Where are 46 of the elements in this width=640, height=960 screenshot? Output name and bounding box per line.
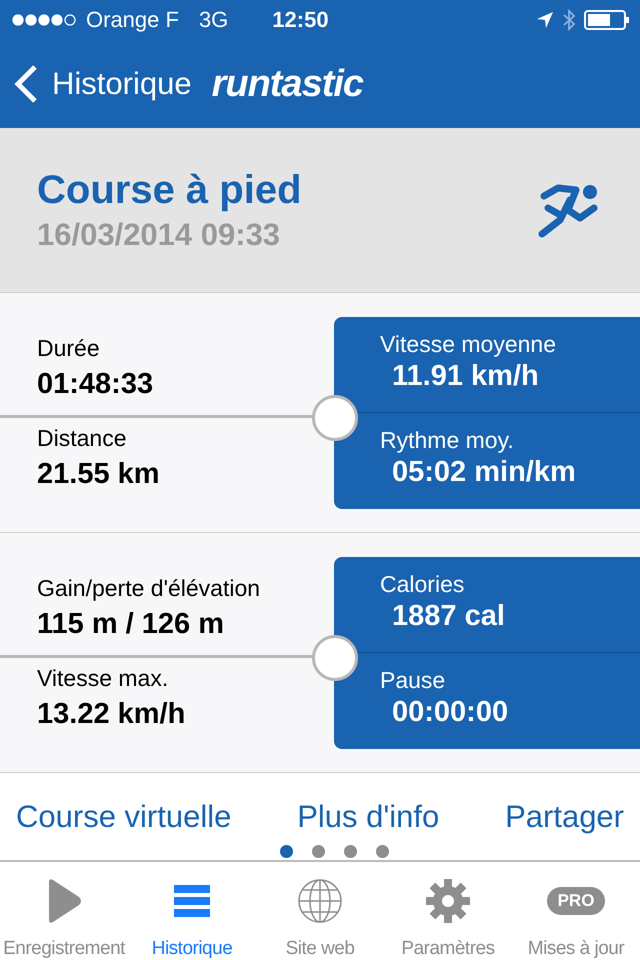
- stat-label: Gain/perte d'élévation: [37, 574, 262, 602]
- stat-label: Vitesse max.: [37, 664, 170, 692]
- tab-item[interactable]: Enregistrement: [0, 862, 128, 960]
- activity-title: Course à pied: [37, 168, 303, 213]
- stat-value: 01:48:33: [37, 368, 154, 401]
- stat-value: 115 m / 126 m: [37, 608, 226, 641]
- stat-label: Vitesse moyenne: [380, 330, 558, 358]
- bluetooth-icon: [562, 9, 576, 31]
- activity-date: 16/03/2014 09:33: [37, 216, 282, 253]
- page-dot[interactable]: [344, 845, 356, 858]
- signal-icon: [12, 14, 76, 26]
- location-arrow-icon: [536, 11, 554, 29]
- menu-icon: [174, 883, 210, 919]
- settings-icon: [425, 878, 471, 924]
- clock-time: 12:50: [272, 7, 329, 33]
- page-dot[interactable]: [312, 845, 324, 858]
- circle-marker: [312, 635, 358, 682]
- globe-icon: [297, 878, 343, 924]
- tab-item[interactable]: PRO Mises à jour: [512, 862, 640, 960]
- battery-icon: [584, 10, 630, 30]
- action-link[interactable]: Course virtuelle: [16, 799, 232, 836]
- stat-label: Rythme moy.: [380, 427, 515, 454]
- action-link[interactable]: Plus d'info: [297, 799, 440, 836]
- stat-value: 21.55 km: [37, 458, 161, 491]
- tab-item[interactable]: Historique: [128, 862, 256, 960]
- action-link[interactable]: Partager: [505, 799, 624, 836]
- chevron-left-icon: [14, 64, 38, 104]
- back-button[interactable]: Historique: [14, 64, 192, 104]
- carrier-name: Orange F: [86, 7, 179, 33]
- stat-value: 00:00:00: [391, 696, 510, 730]
- stat-value: 13.22 km/h: [37, 698, 186, 731]
- network-type: 3G: [198, 7, 228, 33]
- stat-value: 11.91 km/h: [391, 360, 540, 393]
- stat-label: Pause: [380, 667, 446, 694]
- pro-badge: PRO: [546, 887, 606, 915]
- stat-label: Calories: [380, 570, 466, 598]
- stat-value: 1887 cal: [391, 600, 506, 633]
- logo: runtastic: [212, 62, 364, 106]
- tab-item[interactable]: Paramètres: [384, 862, 512, 960]
- stat-value: 05:02 min/km: [391, 456, 577, 490]
- page-dot[interactable]: [280, 845, 292, 858]
- stat-label: Distance: [37, 424, 128, 452]
- page-dot[interactable]: [376, 845, 388, 858]
- tab-item[interactable]: Site web: [256, 862, 384, 960]
- stat-label: Durée: [37, 334, 101, 362]
- circle-marker: [312, 395, 358, 442]
